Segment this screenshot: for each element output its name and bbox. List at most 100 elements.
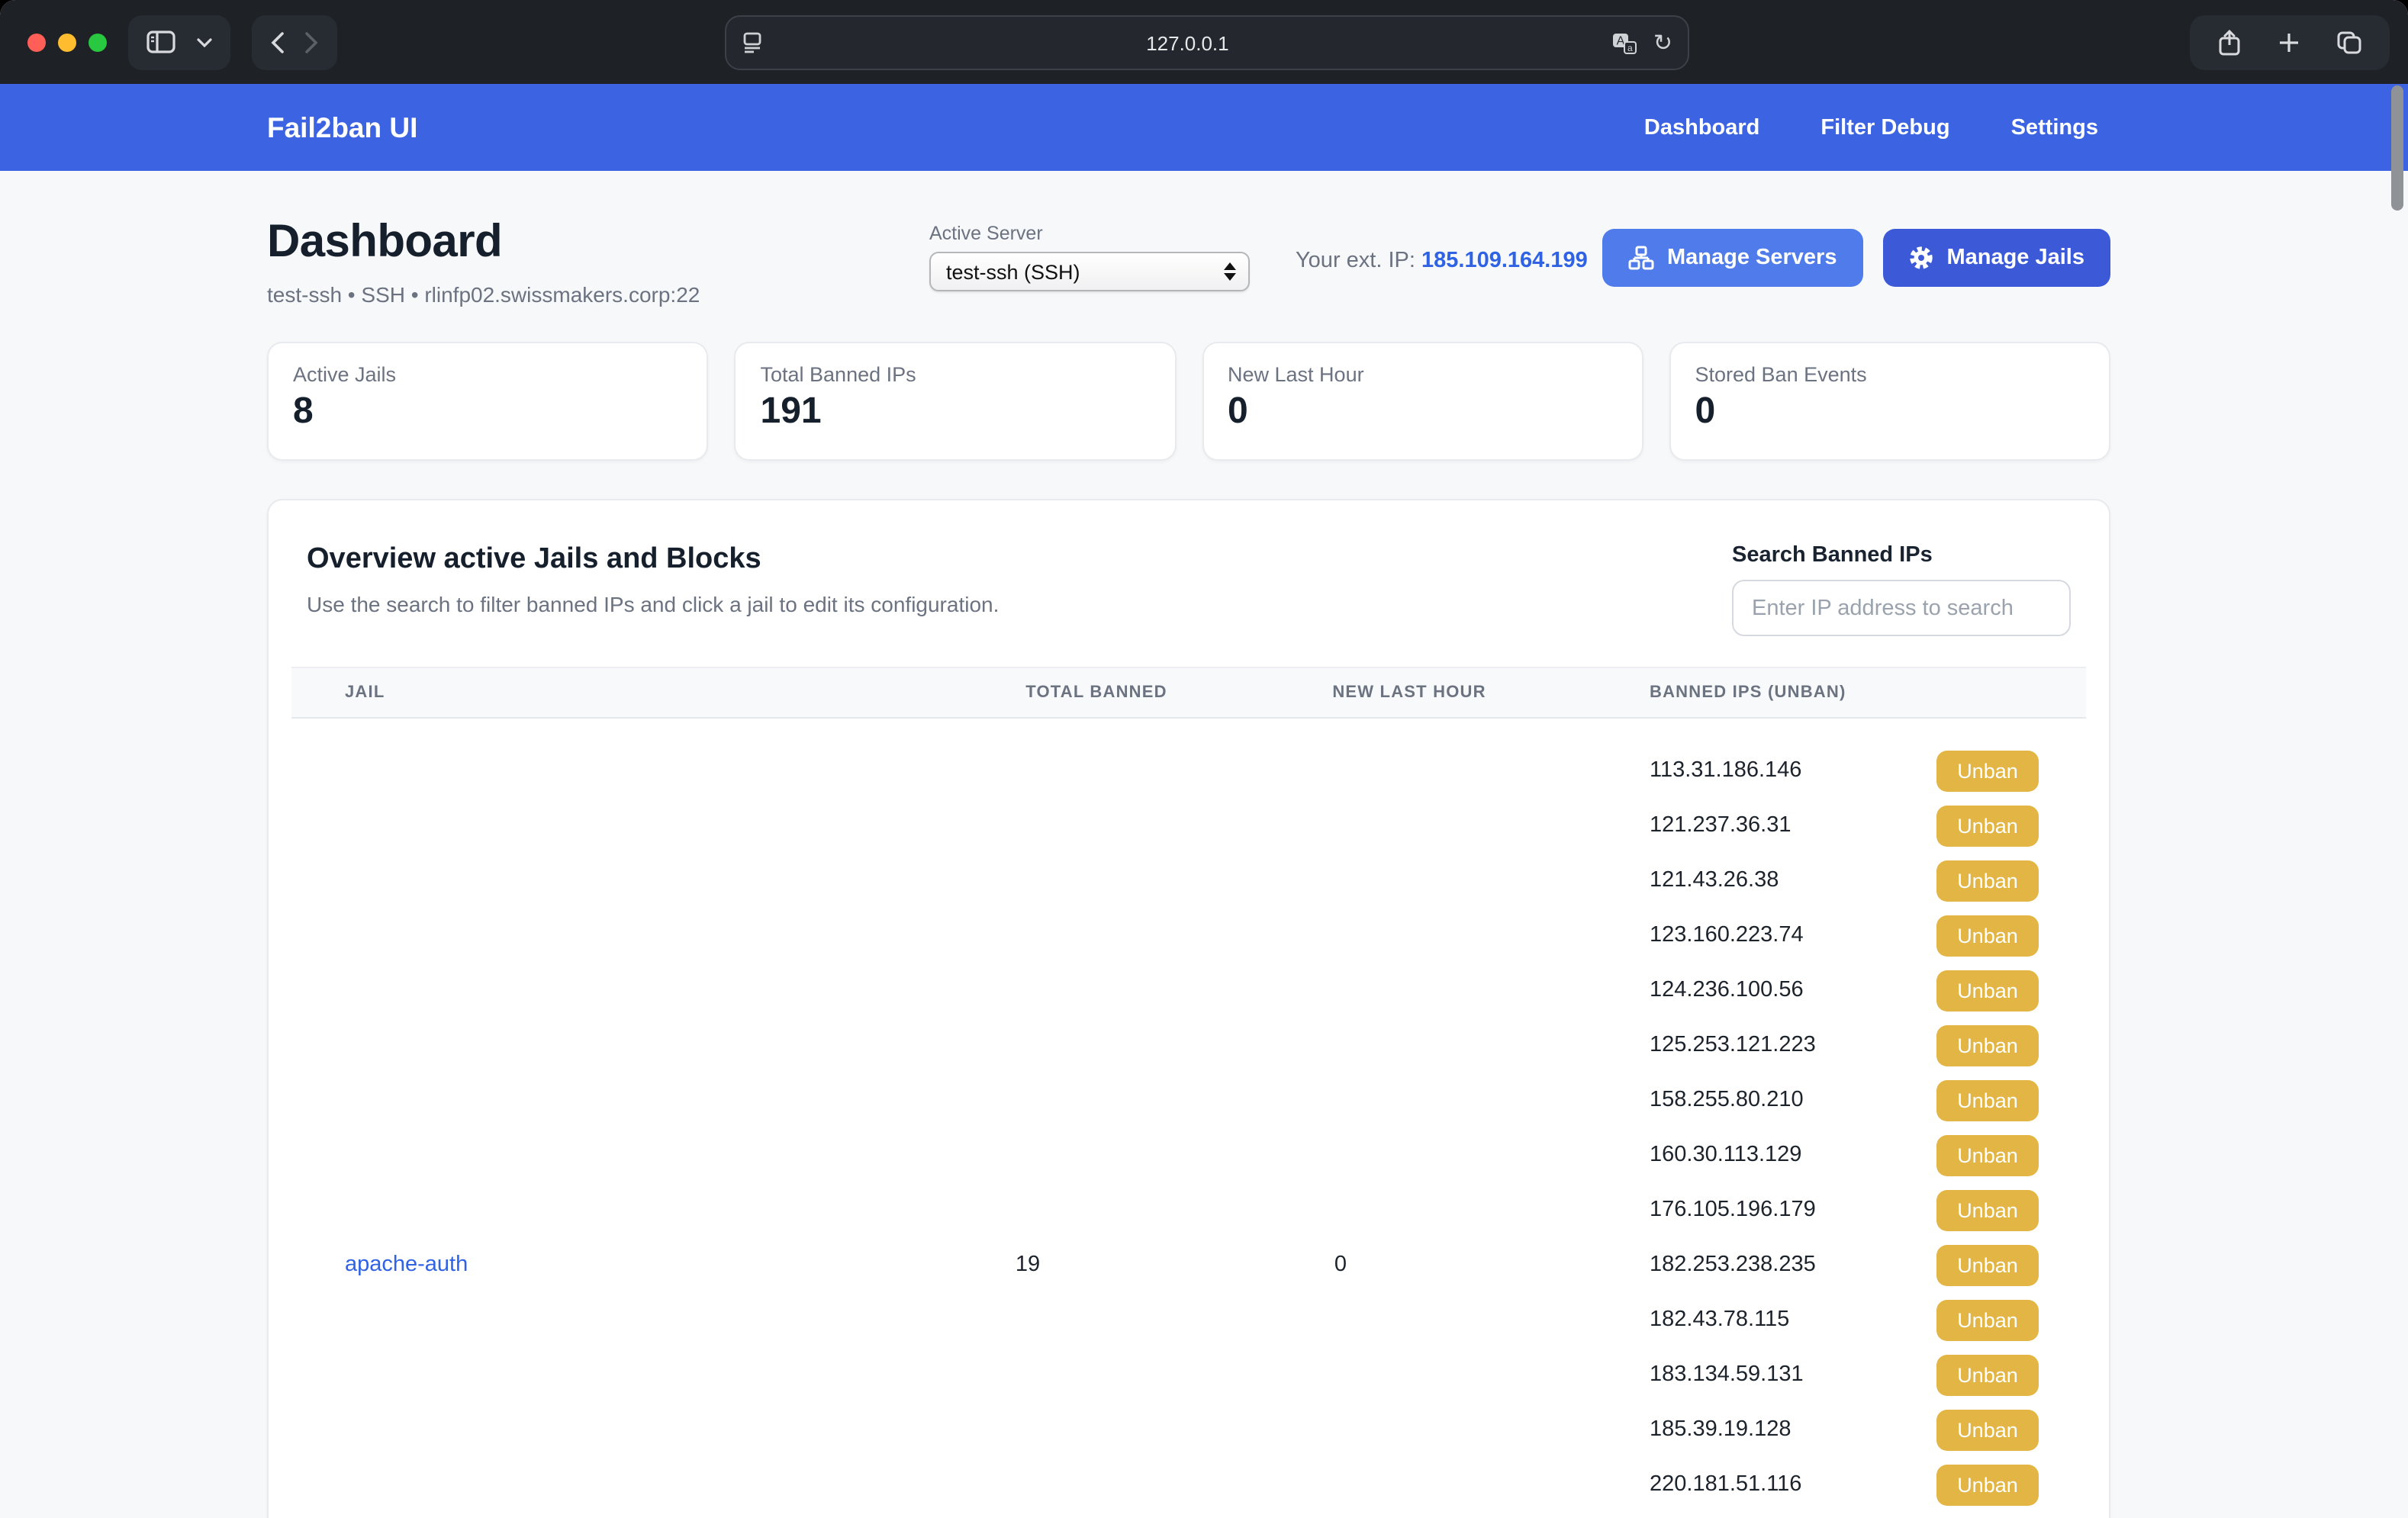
search-input[interactable]: [1732, 580, 2071, 636]
active-server-label: Active Server: [929, 223, 1250, 244]
window-controls: [27, 33, 107, 51]
share-icon[interactable]: [2217, 29, 2242, 56]
table-row: apache-auth 19 0 113.31.186.146 Unban: [291, 719, 2086, 1518]
stat-value: 8: [293, 391, 683, 433]
browser-toolbar: 127.0.0.1 A a ↻: [0, 0, 2408, 84]
banned-ip: 121.237.36.31: [1650, 813, 1791, 838]
stat-card: Total Banned IPs 191: [735, 342, 1177, 461]
banned-ip-row: 160.30.113.129 Unban: [1650, 1127, 2086, 1182]
app-navbar: Fail2ban UI Dashboard Filter Debug Setti…: [0, 84, 2408, 171]
stat-card: New Last Hour 0: [1202, 342, 1643, 461]
banned-ip: 182.253.238.235: [1650, 1253, 1816, 1277]
banned-ip: 183.134.59.131: [1650, 1362, 1804, 1387]
unban-button[interactable]: Unban: [1936, 750, 2039, 791]
external-ip-label: Your ext. IP:: [1296, 249, 1415, 273]
banned-ip-row: 182.43.78.115 Unban: [1650, 1292, 2086, 1347]
jail-cell: apache-auth: [291, 719, 917, 1518]
svg-text:a: a: [1628, 42, 1634, 53]
nav-link[interactable]: Settings: [2011, 115, 2098, 140]
unban-button[interactable]: Unban: [1936, 1244, 2039, 1285]
stat-value: 0: [1695, 391, 2085, 433]
stat-card: Active Jails 8: [267, 342, 709, 461]
page-scrollbar-thumb[interactable]: [2391, 85, 2403, 211]
stat-cards: Active Jails 8 Total Banned IPs 191 New …: [267, 342, 2110, 461]
external-ip: Your ext. IP: 185.109.164.199: [1296, 249, 1588, 273]
unban-button[interactable]: Unban: [1936, 860, 2039, 901]
table-header: Jail Total Banned New Last Hour Banned I…: [291, 667, 2086, 719]
overview-description: Use the search to filter banned IPs and …: [307, 592, 999, 616]
banned-ip: 125.253.121.223: [1650, 1033, 1816, 1057]
unban-button[interactable]: Unban: [1936, 1354, 2039, 1395]
browser-window: 127.0.0.1 A a ↻: [0, 0, 2408, 1518]
unban-button[interactable]: Unban: [1936, 970, 2039, 1011]
unban-button[interactable]: Unban: [1936, 1024, 2039, 1066]
banned-ip: 158.255.80.210: [1650, 1088, 1804, 1112]
stat-card: Stored Ban Events 0: [1669, 342, 2111, 461]
tab-overview-icon[interactable]: [2336, 31, 2362, 55]
new-last-hour-cell: 0: [1276, 719, 1543, 1518]
manage-servers-label: Manage Servers: [1667, 246, 1837, 270]
banned-ip-row: 158.255.80.210 Unban: [1650, 1073, 2086, 1127]
reader-icon[interactable]: [742, 32, 763, 53]
back-icon[interactable]: [270, 31, 284, 53]
stat-label: Total Banned IPs: [761, 363, 1151, 386]
banned-ip-row: 121.43.26.38 Unban: [1650, 853, 2086, 908]
manage-servers-button[interactable]: Manage Servers: [1602, 229, 1862, 287]
banned-ip: 185.39.19.128: [1650, 1417, 1791, 1442]
banned-ip-row: 121.237.36.31 Unban: [1650, 798, 2086, 853]
stat-label: Active Jails: [293, 363, 683, 386]
search-label: Search Banned IPs: [1732, 543, 2071, 568]
translate-icon[interactable]: A a: [1612, 31, 1638, 54]
stat-label: Stored Ban Events: [1695, 363, 2085, 386]
stat-label: New Last Hour: [1228, 363, 1618, 386]
unban-button[interactable]: Unban: [1936, 1299, 2039, 1340]
reload-icon[interactable]: ↻: [1653, 31, 1672, 54]
unban-button[interactable]: Unban: [1936, 1464, 2039, 1505]
traffic-light-zoom[interactable]: [89, 33, 107, 51]
banned-ip: 124.236.100.56: [1650, 978, 1804, 1002]
banned-ip: 121.43.26.38: [1650, 868, 1779, 892]
address-bar[interactable]: 127.0.0.1 A a ↻: [725, 15, 1689, 70]
banned-ip: 182.43.78.115: [1650, 1307, 1789, 1332]
unban-button[interactable]: Unban: [1936, 1134, 2039, 1175]
banned-ip-row: 220.181.51.116 Unban: [1650, 1457, 2086, 1512]
url-text: 127.0.0.1: [763, 31, 1612, 54]
select-stepper-icon: [1224, 262, 1239, 281]
banned-ip: 176.105.196.179: [1650, 1198, 1816, 1222]
external-ip-value[interactable]: 185.109.164.199: [1421, 249, 1588, 273]
nav-link[interactable]: Filter Debug: [1820, 115, 1949, 140]
unban-button[interactable]: Unban: [1936, 1409, 2039, 1450]
nav-links: Dashboard Filter Debug Settings: [1644, 115, 2110, 140]
banned-ip-row: 176.105.196.179 Unban: [1650, 1182, 2086, 1237]
overview-card: Overview active Jails and Blocks Use the…: [267, 499, 2110, 1518]
sitemap-icon: [1627, 246, 1653, 270]
banned-ip-row: 125.253.121.223 Unban: [1650, 1018, 2086, 1073]
search-block: Search Banned IPs: [1732, 543, 2086, 636]
sidebar-icon[interactable]: [146, 31, 175, 53]
forward-icon[interactable]: [305, 31, 319, 53]
banned-ip-row: 182.253.238.235 Unban: [1650, 1237, 2086, 1292]
gear-icon: [1908, 246, 1933, 270]
stat-value: 191: [761, 391, 1151, 433]
banned-ip: 160.30.113.129: [1650, 1143, 1801, 1167]
jail-link[interactable]: apache-auth: [345, 1253, 468, 1277]
nav-link[interactable]: Dashboard: [1644, 115, 1760, 140]
manage-jails-button[interactable]: Manage Jails: [1882, 229, 2110, 287]
stat-value: 0: [1228, 391, 1618, 433]
banned-ip-row: 124.236.100.56 Unban: [1650, 963, 2086, 1018]
total-banned-cell: 19: [917, 719, 1276, 1518]
chevron-down-icon[interactable]: [197, 37, 212, 47]
app-brand[interactable]: Fail2ban UI: [267, 111, 417, 144]
unban-button[interactable]: Unban: [1936, 1189, 2039, 1230]
unban-button[interactable]: Unban: [1936, 805, 2039, 846]
unban-button[interactable]: Unban: [1936, 1079, 2039, 1121]
new-tab-icon[interactable]: [2278, 32, 2300, 53]
banned-ip-row: 185.39.19.128 Unban: [1650, 1402, 2086, 1457]
manage-jails-label: Manage Jails: [1946, 246, 2084, 270]
active-server-select[interactable]: test-ssh (SSH): [929, 252, 1250, 291]
traffic-light-close[interactable]: [27, 33, 46, 51]
traffic-light-minimize[interactable]: [58, 33, 76, 51]
unban-button[interactable]: Unban: [1936, 915, 2039, 956]
col-header-total-banned: Total Banned: [917, 683, 1276, 702]
active-server-value: test-ssh (SSH): [946, 260, 1224, 283]
